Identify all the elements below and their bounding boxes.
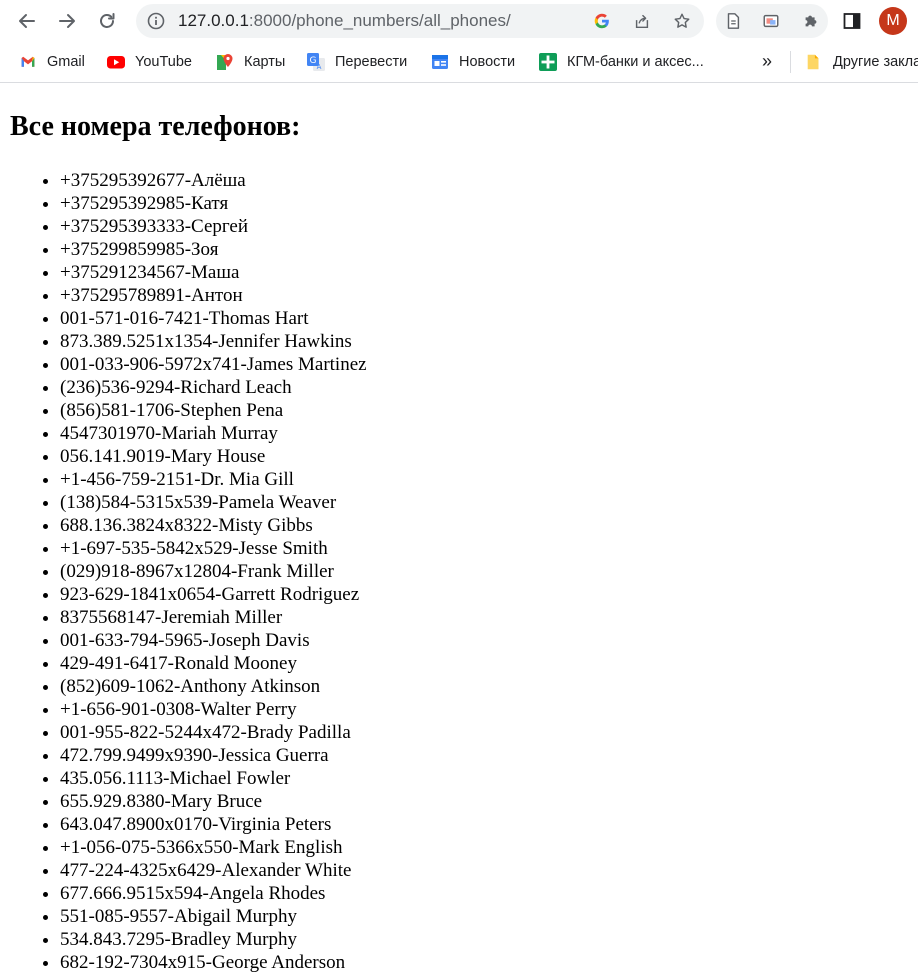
bookmark-label: Перевести bbox=[335, 54, 408, 70]
translate-icon: G A bbox=[306, 52, 326, 72]
phone-list-item: 4547301970-Mariah Murray bbox=[60, 422, 367, 445]
phone-list-item: +1-056-075-5366x550-Mark English bbox=[60, 836, 367, 859]
phone-list-item: (029)918-8967x12804-Frank Miller bbox=[60, 560, 367, 583]
phone-list-item: 8375568147-Jeremiah Miller bbox=[60, 606, 367, 629]
google-lens-icon[interactable] bbox=[592, 11, 612, 31]
phone-list-item: 655.929.8380-Mary Bruce bbox=[60, 790, 367, 813]
phone-list-item: 688.136.3824x8322-Misty Gibbs bbox=[60, 514, 367, 537]
forward-button[interactable] bbox=[52, 6, 82, 36]
svg-text:G: G bbox=[310, 56, 317, 66]
phone-list-item: 001-571-016-7421-Thomas Hart bbox=[60, 307, 367, 330]
arrow-left-icon bbox=[19, 14, 35, 28]
back-button[interactable] bbox=[12, 6, 42, 36]
puzzle-icon[interactable] bbox=[801, 11, 821, 31]
bookmark-label: YouTube bbox=[135, 54, 192, 70]
bookmark-label: Новости bbox=[459, 54, 516, 70]
reload-icon bbox=[100, 13, 115, 28]
phone-list-item: +1-656-901-0308-Walter Perry bbox=[60, 698, 367, 721]
phone-list-item: 534.843.7295-Bradley Murphy bbox=[60, 928, 367, 951]
maps-icon bbox=[215, 52, 235, 72]
bookmark-news[interactable]: Новости bbox=[430, 50, 515, 74]
side-panel-icon[interactable] bbox=[842, 11, 862, 31]
address-bar[interactable]: 127.0.0.1:8000/phone_numbers/all_phones/ bbox=[136, 4, 704, 38]
phone-list-item: 551-085-9557-Abigail Murphy bbox=[60, 905, 367, 928]
bookmark-translate[interactable]: G A Перевести bbox=[306, 50, 407, 74]
bookmark-maps[interactable]: Карты bbox=[215, 50, 285, 74]
phone-list-item: +375295789891-Антон bbox=[60, 284, 367, 307]
bookmark-label: Gmail bbox=[47, 54, 85, 70]
url-path: :8000/phone_numbers/all_phones/ bbox=[248, 11, 511, 30]
phone-list-item: 873.389.5251x1354-Jennifer Hawkins bbox=[60, 330, 367, 353]
image-extension-icon[interactable] bbox=[761, 11, 781, 31]
reload-button[interactable] bbox=[92, 6, 122, 36]
arrow-right-icon bbox=[59, 14, 75, 28]
bookmarks-bar: Gmail YouTube Карты G A Перевести Новост… bbox=[0, 42, 918, 83]
news-icon bbox=[430, 52, 450, 72]
page-content: Все номера телефонов: +375295392677-Алёш… bbox=[0, 83, 918, 976]
phone-list-item: 682-192-7304x915-George Anderson bbox=[60, 951, 367, 974]
url-text[interactable]: 127.0.0.1:8000/phone_numbers/all_phones/ bbox=[178, 4, 511, 38]
browser-toolbar: 127.0.0.1:8000/phone_numbers/all_phones/ bbox=[0, 0, 918, 42]
url-host: 127.0.0.1 bbox=[178, 11, 249, 30]
phone-list-item: (856)581-1706-Stephen Pena bbox=[60, 399, 367, 422]
phone-list-item: 056.141.9019-Mary House bbox=[60, 445, 367, 468]
phone-list-item: 923-629-1841x0654-Garrett Rodriguez bbox=[60, 583, 367, 606]
phone-list-item: +1-456-759-2151-Dr. Mia Gill bbox=[60, 468, 367, 491]
bookmark-youtube[interactable]: YouTube bbox=[106, 50, 192, 74]
phone-list-item: (138)584-5315x539-Pamela Weaver bbox=[60, 491, 367, 514]
youtube-icon bbox=[106, 52, 126, 72]
page-title: Все номера телефонов: bbox=[10, 111, 301, 142]
bookmarks-divider bbox=[790, 51, 791, 73]
bookmark-sheets[interactable]: КГМ-банки и аксес... bbox=[538, 50, 704, 74]
bookmark-other-folder[interactable]: Другие закла bbox=[804, 50, 918, 74]
phone-list-item: 001-633-794-5965-Joseph Davis bbox=[60, 629, 367, 652]
site-info-icon[interactable] bbox=[146, 11, 166, 31]
phone-list-item: +375291234567-Маша bbox=[60, 261, 367, 284]
phone-list-item: 429-491-6417-Ronald Mooney bbox=[60, 652, 367, 675]
phone-list-item: 677.666.9515x594-Angela Rhodes bbox=[60, 882, 367, 905]
phone-list-item: 435.056.1113-Michael Fowler bbox=[60, 767, 367, 790]
share-icon[interactable] bbox=[632, 11, 652, 31]
phone-list-item: 643.047.8900x0170-Virginia Peters bbox=[60, 813, 367, 836]
phone-list-item: 477-224-4325x6429-Alexander White bbox=[60, 859, 367, 882]
phone-list: +375295392677-Алёша+375295392985-Катя+37… bbox=[20, 169, 367, 974]
bookmark-label: Другие закла bbox=[833, 54, 918, 70]
bookmark-label: КГМ-банки и аксес... bbox=[567, 54, 704, 70]
svg-text:A: A bbox=[317, 63, 322, 71]
bookmark-gmail[interactable]: Gmail bbox=[18, 50, 85, 74]
phone-list-item: 001-033-906-5972x741-James Martinez bbox=[60, 353, 367, 376]
folder-icon bbox=[804, 52, 824, 72]
phone-list-item: +1-697-535-5842x529-Jesse Smith bbox=[60, 537, 367, 560]
phone-list-item: (236)536-9294-Richard Leach bbox=[60, 376, 367, 399]
phone-list-item: +375295392677-Алёша bbox=[60, 169, 367, 192]
phone-list-item: +375299859985-Зоя bbox=[60, 238, 367, 261]
bookmarks-overflow-button[interactable]: » bbox=[762, 50, 772, 74]
star-icon[interactable] bbox=[672, 11, 692, 31]
phone-list-item: +375295393333-Сергей bbox=[60, 215, 367, 238]
phone-list-item: +375295392985-Катя bbox=[60, 192, 367, 215]
phone-list-item: 472.799.9499x9390-Jessica Guerra bbox=[60, 744, 367, 767]
phone-list-item: 001-955-822-5244x472-Brady Padilla bbox=[60, 721, 367, 744]
extensions-area bbox=[716, 4, 828, 38]
sheets-icon bbox=[538, 52, 558, 72]
document-extension-icon[interactable] bbox=[723, 11, 743, 31]
gmail-icon bbox=[18, 52, 38, 72]
bookmark-label: Карты bbox=[244, 54, 286, 70]
phone-list-item: (852)609-1062-Anthony Atkinson bbox=[60, 675, 367, 698]
profile-avatar[interactable]: M bbox=[879, 7, 907, 35]
